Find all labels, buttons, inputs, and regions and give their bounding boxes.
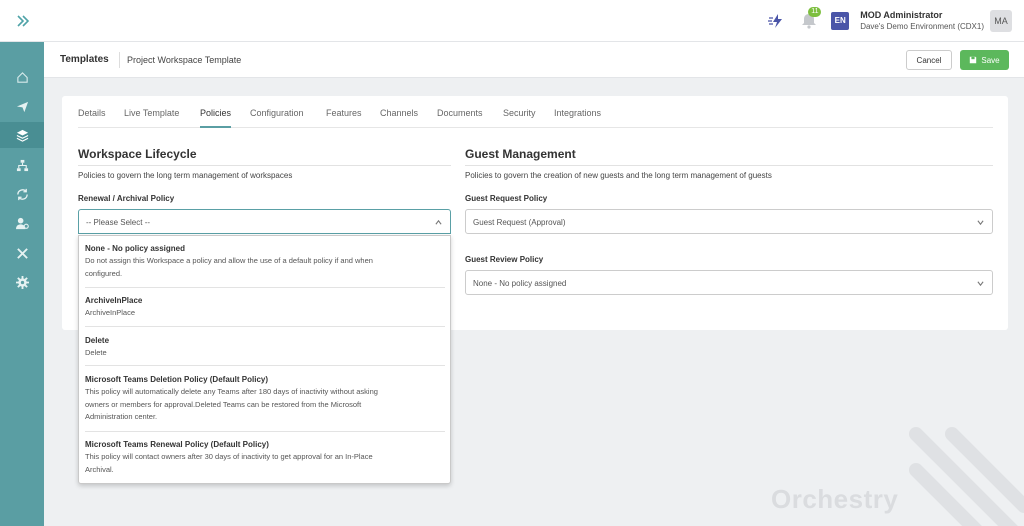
chevron-double-right-icon[interactable] xyxy=(14,12,32,30)
layers-icon[interactable] xyxy=(0,122,44,148)
option-description: owners or members for approval.Deleted T… xyxy=(85,399,362,409)
option-description: Archival. xyxy=(85,464,114,474)
user-name: MOD Administrator xyxy=(860,10,943,20)
tab-policies[interactable]: Policies xyxy=(200,108,232,128)
tab-documents[interactable]: Documents xyxy=(437,108,483,128)
gear-icon[interactable] xyxy=(0,269,44,295)
option-description: ArchiveInPlace xyxy=(85,308,136,317)
save-label: Save xyxy=(981,55,1000,65)
page-title: Project Workspace Template xyxy=(127,55,242,65)
guest-review-select[interactable]: None - No policy assigned xyxy=(465,270,993,295)
workspace-lifecycle-title: Workspace Lifecycle xyxy=(78,147,197,161)
bolt-icon[interactable] xyxy=(767,11,787,31)
guest-request-value: Guest Request (Approval) xyxy=(473,218,566,227)
option-title: ArchiveInPlace xyxy=(85,296,143,305)
option-title: Delete xyxy=(85,336,110,345)
renewal-policy-select[interactable]: -- Please Select -- xyxy=(78,209,451,234)
option-divider xyxy=(85,326,445,327)
guest-request-label: Guest Request Policy xyxy=(465,194,548,203)
tab-security[interactable]: Security xyxy=(503,108,536,128)
page-header: Templates Project Workspace Template Can… xyxy=(44,42,1024,78)
renewal-policy-dropdown: None - No policy assigned Do not assign … xyxy=(78,235,451,484)
orchestry-watermark: Orchestry xyxy=(771,484,899,514)
sync-icon[interactable] xyxy=(0,181,44,207)
user-environment: Dave's Demo Environment (CDX1) xyxy=(860,22,984,31)
option-description: Administration center. xyxy=(85,412,158,421)
orchestry-logo-icon xyxy=(909,427,1024,526)
option-description: This policy will automatically delete an… xyxy=(85,387,378,396)
notification-badge: 11 xyxy=(808,7,822,17)
tab-configuration[interactable]: Configuration xyxy=(250,108,304,128)
tab-integrations[interactable]: Integrations xyxy=(554,108,601,128)
option-delete[interactable]: Delete Delete xyxy=(85,335,445,360)
home-icon[interactable] xyxy=(0,64,44,90)
renewal-policy-value: -- Please Select -- xyxy=(86,218,151,227)
cancel-button[interactable]: Cancel xyxy=(906,50,952,70)
user-settings-icon[interactable] xyxy=(0,210,44,236)
option-divider xyxy=(85,365,445,366)
sidebar xyxy=(0,42,44,526)
tab-features[interactable]: Features xyxy=(326,108,362,128)
option-divider xyxy=(85,287,445,288)
breadcrumb-divider xyxy=(119,52,120,68)
guest-management-description: Policies to govern the creation of new g… xyxy=(465,171,772,180)
guest-review-value: None - No policy assigned xyxy=(473,279,567,288)
option-description: Do not assign this Workspace a policy an… xyxy=(85,256,373,265)
tools-icon[interactable] xyxy=(0,240,44,266)
chevron-up-icon xyxy=(435,219,442,225)
option-archiveinplace[interactable]: ArchiveInPlace ArchiveInPlace xyxy=(85,295,445,320)
workspace-lifecycle-description: Policies to govern the long term managem… xyxy=(78,171,293,180)
breadcrumb-templates[interactable]: Templates xyxy=(60,54,109,65)
tab-bar: Details Live Template Policies Configura… xyxy=(78,106,993,128)
chevron-down-icon xyxy=(977,281,984,287)
option-description: This policy will contact owners after 30… xyxy=(85,452,373,461)
avatar[interactable]: MA xyxy=(990,10,1012,32)
user-info[interactable]: MOD Administrator Dave's Demo Environmen… xyxy=(860,10,984,32)
section-divider xyxy=(78,165,451,166)
option-title: None - No policy assigned xyxy=(85,244,186,253)
language-badge[interactable]: EN xyxy=(831,12,850,30)
option-divider xyxy=(85,431,445,432)
tab-details[interactable]: Details xyxy=(78,108,106,128)
option-teams-deletion[interactable]: Microsoft Teams Deletion Policy (Default… xyxy=(85,374,445,424)
option-description: Delete xyxy=(85,348,107,357)
section-divider xyxy=(465,165,993,166)
renewal-policy-label: Renewal / Archival Policy xyxy=(78,194,175,203)
send-icon[interactable] xyxy=(0,93,44,119)
option-teams-renewal[interactable]: Microsoft Teams Renewal Policy (Default … xyxy=(85,439,445,476)
guest-review-label: Guest Review Policy xyxy=(465,255,544,264)
option-none[interactable]: None - No policy assigned Do not assign … xyxy=(85,243,445,280)
guest-management-title: Guest Management xyxy=(465,147,576,161)
bell-icon[interactable]: 11 xyxy=(799,7,822,31)
hierarchy-icon[interactable] xyxy=(0,152,44,178)
option-description: configured. xyxy=(85,268,123,278)
guest-request-select[interactable]: Guest Request (Approval) xyxy=(465,209,993,234)
tab-channels[interactable]: Channels xyxy=(380,108,418,128)
top-bar: 11 EN MOD Administrator Dave's Demo Envi… xyxy=(0,0,1024,42)
tab-live-template[interactable]: Live Template xyxy=(124,108,179,128)
chevron-down-icon xyxy=(977,220,984,226)
option-title: Microsoft Teams Renewal Policy (Default … xyxy=(85,440,269,449)
save-button[interactable]: Save xyxy=(960,50,1009,70)
option-title: Microsoft Teams Deletion Policy (Default… xyxy=(85,375,268,384)
floppy-disk-icon xyxy=(970,56,977,64)
